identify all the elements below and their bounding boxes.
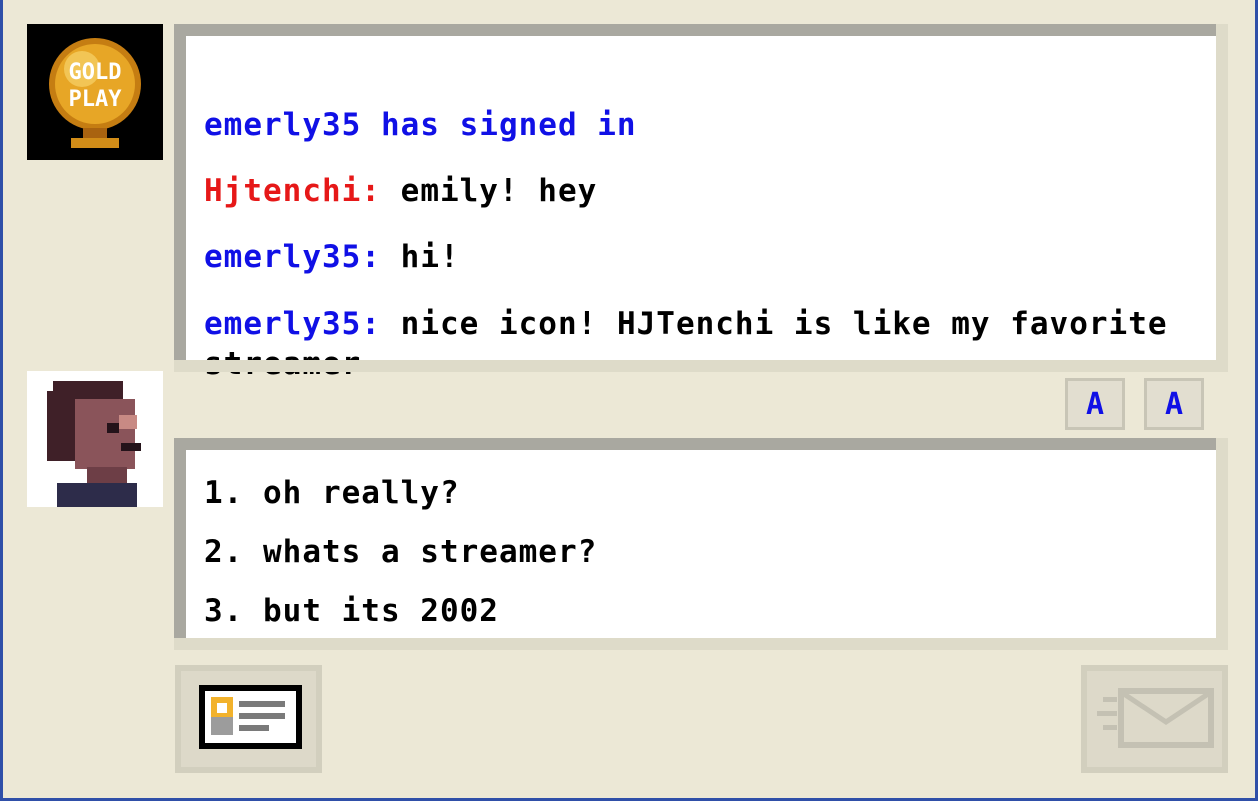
profile-card-icon <box>199 685 302 749</box>
message-sender: Hjtenchi: <box>204 173 381 209</box>
font-style-label: A <box>1085 386 1105 422</box>
reply-option-3[interactable]: 3. but its 2002 <box>204 582 1202 641</box>
send-button[interactable] <box>1081 665 1228 773</box>
badge-text-top: GOLD <box>69 60 122 85</box>
badge-text-bottom: PLAY <box>69 87 123 112</box>
message-sender: emerly35: <box>204 306 381 342</box>
gold-play-badge-icon: GOLD PLAY <box>27 24 163 160</box>
chat-log: emerly35 has signed in Hjtenchi: emily! … <box>174 24 1228 382</box>
system-message: emerly35 has signed in <box>204 107 637 143</box>
chat-message: emerly35: hi! <box>204 224 1202 290</box>
profile-button[interactable] <box>175 665 322 773</box>
reply-option-2[interactable]: 2. whats a streamer? <box>204 523 1202 582</box>
send-envelope-icon <box>1097 688 1214 748</box>
font-color-button[interactable]: A <box>1144 378 1204 430</box>
pixel-portrait-icon <box>27 371 163 507</box>
reply-option-1[interactable]: 1. oh really? <box>204 464 1202 523</box>
self-avatar <box>27 371 163 507</box>
buddy-avatar: GOLD PLAY <box>27 24 163 160</box>
reply-options-box: 1. oh really? 2. whats a streamer? 3. bu… <box>174 438 1228 650</box>
message-sender: emerly35: <box>204 239 381 275</box>
font-style-button[interactable]: A <box>1065 378 1125 430</box>
chat-message: Hjtenchi: emily! hey <box>204 158 1202 224</box>
message-text: emily! hey <box>400 173 598 209</box>
message-text: hi! <box>400 239 460 275</box>
font-color-label: A <box>1164 386 1184 422</box>
chat-message: emerly35: nice icon! HJTenchi is like my… <box>204 304 1202 384</box>
